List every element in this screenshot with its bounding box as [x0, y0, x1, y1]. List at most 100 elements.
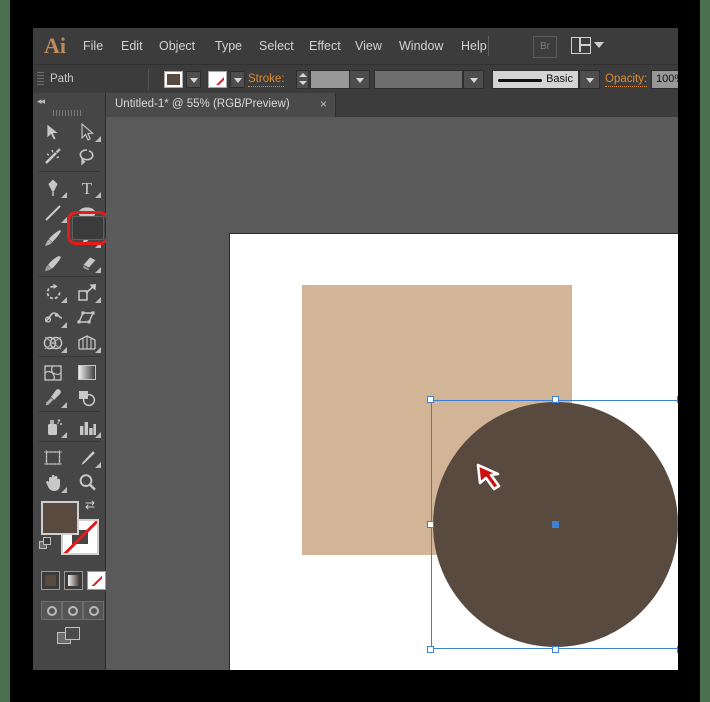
opacity-input[interactable]: 100% — [651, 70, 678, 89]
eyedropper-tool[interactable] — [36, 385, 70, 410]
fill-stroke-indicator: ⇄ — [39, 499, 99, 557]
fill-swatch-button[interactable] — [164, 71, 183, 88]
zoom-tool[interactable] — [70, 470, 104, 495]
draw-normal-button[interactable] — [41, 601, 62, 620]
selection-handle-middle-left[interactable] — [427, 521, 434, 528]
stroke-weight-label[interactable]: Stroke: — [248, 73, 285, 87]
selection-handle-bottom-center[interactable] — [552, 646, 559, 653]
direct-selection-tool[interactable] — [70, 119, 104, 144]
gradient-mode-button[interactable] — [64, 571, 83, 590]
pen-tool[interactable] — [36, 175, 70, 200]
menu-item-edit[interactable]: Edit — [121, 38, 143, 54]
default-fill-stroke-icon[interactable] — [39, 537, 53, 551]
bridge-button[interactable]: Br — [533, 36, 557, 58]
slice-tool[interactable] — [70, 445, 104, 470]
perspective-grid-tool[interactable] — [70, 330, 104, 355]
menu-item-type[interactable]: Type — [215, 38, 242, 54]
tool-flyout-icon[interactable] — [61, 402, 67, 408]
swap-fill-stroke-icon[interactable]: ⇄ — [85, 499, 99, 511]
tool-flyout-icon[interactable] — [61, 432, 67, 438]
draw-normal-icon — [47, 606, 57, 616]
gradient-tool[interactable] — [70, 360, 104, 385]
stepper-down-icon — [299, 81, 307, 85]
opacity-label[interactable]: Opacity: — [605, 73, 648, 87]
tool-flyout-icon[interactable] — [95, 347, 101, 353]
shape-builder-tool[interactable] — [36, 330, 70, 355]
tool-flyout-icon[interactable] — [95, 462, 101, 468]
tools-panel-grip[interactable] — [53, 110, 83, 116]
stroke-weight-dropdown[interactable] — [349, 70, 370, 89]
rotate-tool[interactable] — [36, 280, 70, 305]
brush-definition-input[interactable]: Basic — [492, 70, 579, 89]
none-mode-button[interactable] — [87, 571, 106, 590]
arrange-documents-button[interactable] — [571, 36, 605, 56]
menu-item-select[interactable]: Select — [259, 38, 294, 54]
menu-item-effect[interactable]: Effect — [309, 38, 341, 54]
tool-flyout-icon[interactable] — [61, 487, 67, 493]
control-bar-grip[interactable] — [37, 72, 44, 87]
tools-separator — [38, 171, 100, 172]
document-tab[interactable]: Untitled-1* @ 55% (RGB/Preview) × — [105, 93, 336, 117]
paintbrush-tool[interactable] — [36, 225, 70, 250]
draw-behind-button[interactable] — [62, 601, 83, 620]
blend-tool[interactable] — [70, 385, 104, 410]
chevron-down-icon — [594, 42, 604, 48]
blob-brush-tool[interactable] — [36, 250, 70, 275]
tool-flyout-icon[interactable] — [95, 432, 101, 438]
type-tool[interactable]: T — [70, 175, 104, 200]
tool-flyout-icon[interactable] — [95, 192, 101, 198]
hand-tool[interactable] — [36, 470, 70, 495]
menu-item-file[interactable]: File — [83, 38, 103, 54]
tool-flyout-icon[interactable] — [61, 192, 67, 198]
stroke-swatch-dropdown[interactable] — [230, 71, 245, 88]
brush-definition-dropdown[interactable] — [579, 70, 600, 89]
change-screen-mode-button[interactable] — [57, 627, 81, 647]
variable-width-profile-dropdown[interactable] — [463, 70, 484, 89]
tool-flyout-icon[interactable] — [95, 136, 101, 142]
width-tool[interactable] — [36, 305, 70, 330]
document-canvas[interactable] — [106, 117, 678, 670]
selection-tool[interactable] — [36, 119, 70, 144]
menu-item-view[interactable]: View — [355, 38, 382, 54]
stroke-swatch-button[interactable] — [208, 71, 227, 88]
menu-item-object[interactable]: Object — [159, 38, 195, 54]
draw-inside-button[interactable] — [83, 601, 104, 620]
magic-wand-tool[interactable] — [36, 144, 70, 169]
tool-flyout-icon[interactable] — [61, 322, 67, 328]
fill-color-button[interactable] — [41, 501, 79, 535]
selection-handle-bottom-left[interactable] — [427, 646, 434, 653]
tool-flyout-icon[interactable] — [61, 217, 67, 223]
scale-tool[interactable] — [70, 280, 104, 305]
collapse-panel-icon[interactable]: ◂◂ — [37, 96, 45, 107]
mesh-tool[interactable] — [36, 360, 70, 385]
close-icon[interactable]: × — [320, 97, 327, 111]
menu-item-help[interactable]: Help — [461, 38, 487, 54]
symbol-sprayer-tool[interactable] — [36, 415, 70, 440]
gradient-tool-icon — [70, 360, 104, 385]
tool-flyout-icon[interactable] — [95, 297, 101, 303]
selection-handle-bottom-right[interactable] — [677, 646, 678, 653]
selection-handle-top-right[interactable] — [677, 396, 678, 403]
stroke-swatch-color — [211, 74, 224, 85]
color-mode-button[interactable] — [41, 571, 60, 590]
selection-handle-middle-right[interactable] — [677, 521, 678, 528]
artboard-tool[interactable] — [36, 445, 70, 470]
stroke-weight-stepper[interactable] — [296, 70, 309, 89]
tool-flyout-icon[interactable] — [61, 347, 67, 353]
paintbrush-tool-icon — [36, 225, 70, 250]
menu-bar: Ai File Edit Object Type Select Effect V… — [33, 28, 678, 64]
column-graph-tool[interactable] — [70, 415, 104, 440]
lasso-tool[interactable] — [70, 144, 104, 169]
tool-flyout-icon[interactable] — [95, 242, 101, 248]
free-transform-tool[interactable] — [70, 305, 104, 330]
selection-handle-top-left[interactable] — [427, 396, 434, 403]
fill-swatch-dropdown[interactable] — [186, 71, 201, 88]
line-segment-tool[interactable] — [36, 200, 70, 225]
eraser-tool[interactable] — [70, 250, 104, 275]
variable-width-profile-input[interactable] — [374, 70, 463, 89]
tool-flyout-icon[interactable] — [95, 267, 101, 273]
menu-item-window[interactable]: Window — [399, 38, 443, 54]
tool-flyout-icon[interactable] — [61, 297, 67, 303]
selection-handle-top-center[interactable] — [552, 396, 559, 403]
free-transform-tool-icon — [70, 305, 104, 330]
